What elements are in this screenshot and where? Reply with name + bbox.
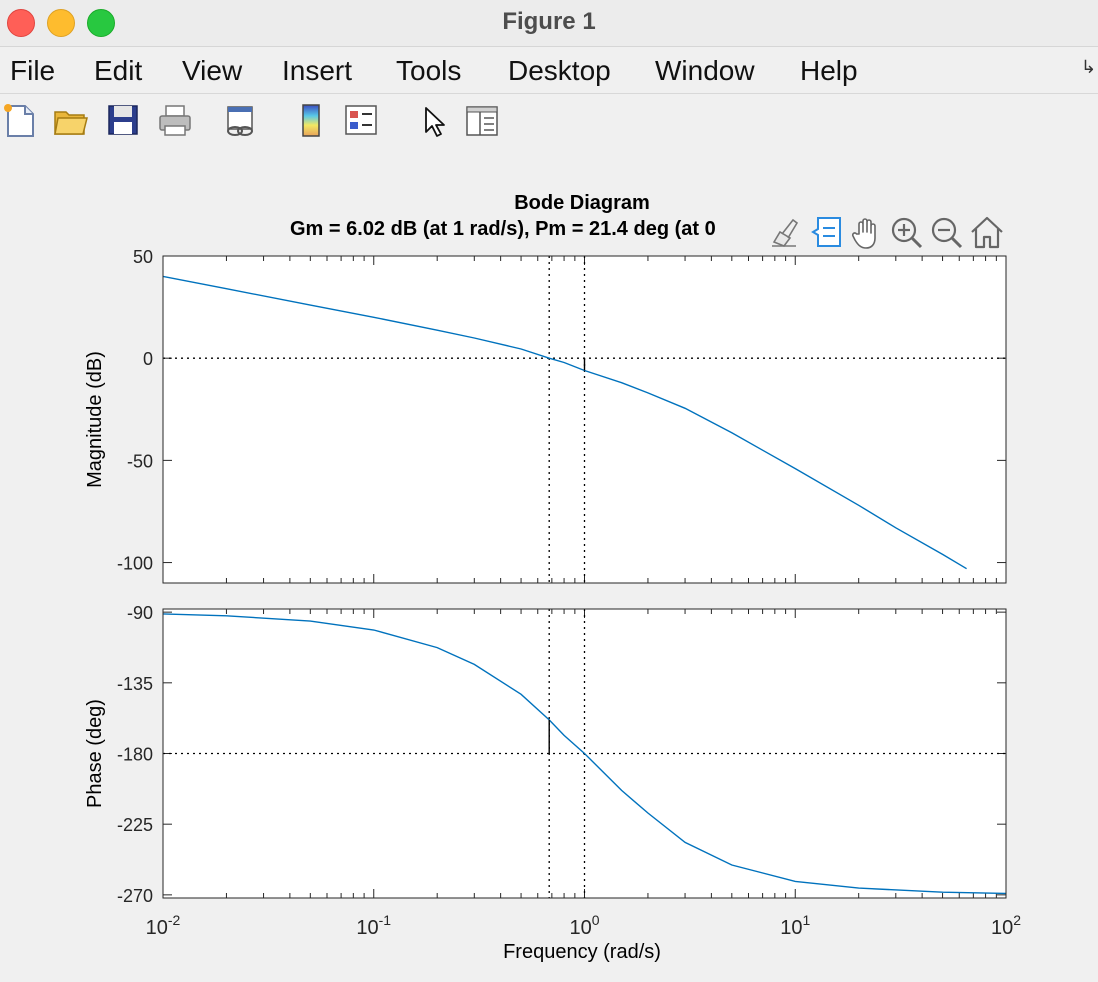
menu-bar: File Edit View Insert Tools Desktop Wind… <box>0 47 1098 94</box>
insert-colorbar-button[interactable] <box>291 100 331 140</box>
x-tick-label: 10-1 <box>356 912 391 939</box>
pan-button[interactable] <box>848 212 886 252</box>
magnitude-y-tick-label: -50 <box>127 451 153 471</box>
chart-subtitle: Gm = 6.02 dB (at 1 rad/s), Pm = 21.4 deg… <box>290 218 716 240</box>
printer-icon <box>159 105 191 136</box>
print-figure-button[interactable] <box>155 100 195 140</box>
restore-view-button[interactable] <box>968 212 1006 252</box>
pan-hand-icon <box>851 218 876 249</box>
magnitude-y-tick-label: 0 <box>143 349 153 369</box>
x-tick-label: 101 <box>780 912 810 939</box>
bode-plot[interactable]: Bode Diagram Gm = 6.02 dB (at 1 rad/s), … <box>0 150 1098 982</box>
link-plot-icon <box>227 106 253 136</box>
new-figure-button[interactable] <box>0 100 40 140</box>
property-inspector-icon <box>466 106 498 136</box>
menu-view[interactable]: View <box>182 55 242 87</box>
chart-title: Bode Diagram <box>514 192 650 214</box>
brush-button[interactable] <box>766 212 804 252</box>
phase-y-tick-label: -90 <box>127 603 153 623</box>
axes-toolbar <box>766 212 1006 252</box>
insert-legend-button[interactable] <box>341 100 381 140</box>
menu-insert[interactable]: Insert <box>282 55 352 87</box>
x-tick-label: 100 <box>569 912 599 939</box>
legend-icon <box>345 105 377 135</box>
x-axis-label: Frequency (rad/s) <box>503 941 661 963</box>
phase-axes[interactable]: -90 -135 -180 -225 -270 10-2 10-1 100 101 102 <box>117 603 1021 939</box>
save-figure-button[interactable] <box>103 100 143 140</box>
zoom-out-button[interactable] <box>928 212 966 252</box>
new-document-icon <box>4 104 34 137</box>
menu-overflow-arrow-icon[interactable]: ↳ <box>1081 57 1096 78</box>
open-file-button[interactable] <box>50 100 90 140</box>
pointer-arrow-icon <box>425 107 445 137</box>
magnitude-y-tick-label: -100 <box>117 554 153 574</box>
property-inspector-button[interactable] <box>462 100 502 140</box>
phase-y-tick-label: -225 <box>117 815 153 835</box>
home-icon <box>971 216 1003 249</box>
menu-file[interactable]: File <box>10 55 55 87</box>
data-tips-button[interactable] <box>808 212 846 252</box>
magnitude-y-tick-label: 50 <box>133 247 153 267</box>
menu-desktop[interactable]: Desktop <box>508 55 611 87</box>
window-title: Figure 1 <box>502 8 596 35</box>
phase-y-tick-label: -270 <box>117 886 153 906</box>
zoom-in-button[interactable] <box>888 212 926 252</box>
zoom-out-icon <box>931 217 963 249</box>
magnitude-axes[interactable]: 50 0 -50 -100 <box>117 247 1007 584</box>
phase-y-axis-label: Phase (deg) <box>84 699 106 808</box>
menu-help[interactable]: Help <box>800 55 858 87</box>
phase-y-tick-label: -180 <box>117 745 153 765</box>
link-plot-button[interactable] <box>220 100 260 140</box>
menu-window[interactable]: Window <box>655 55 755 87</box>
colorbar-icon <box>302 104 320 137</box>
figure-canvas: Bode Diagram Gm = 6.02 dB (at 1 rad/s), … <box>0 150 1098 982</box>
brush-icon <box>772 218 799 247</box>
magnitude-y-axis-label: Magnitude (dB) <box>84 351 106 488</box>
x-tick-label: 10-2 <box>146 912 181 939</box>
phase-y-tick-label: -135 <box>117 674 153 694</box>
edit-plot-button[interactable] <box>413 100 453 140</box>
window-title-bar: Figure 1 <box>0 0 1098 47</box>
data-tips-icon <box>811 217 841 247</box>
zoom-in-icon <box>891 217 923 249</box>
figure-toolbar <box>0 94 1098 150</box>
x-tick-label: 102 <box>991 912 1021 939</box>
menu-edit[interactable]: Edit <box>94 55 142 87</box>
folder-open-icon <box>54 111 88 135</box>
menu-tools[interactable]: Tools <box>396 55 461 87</box>
save-disk-icon <box>108 105 138 135</box>
